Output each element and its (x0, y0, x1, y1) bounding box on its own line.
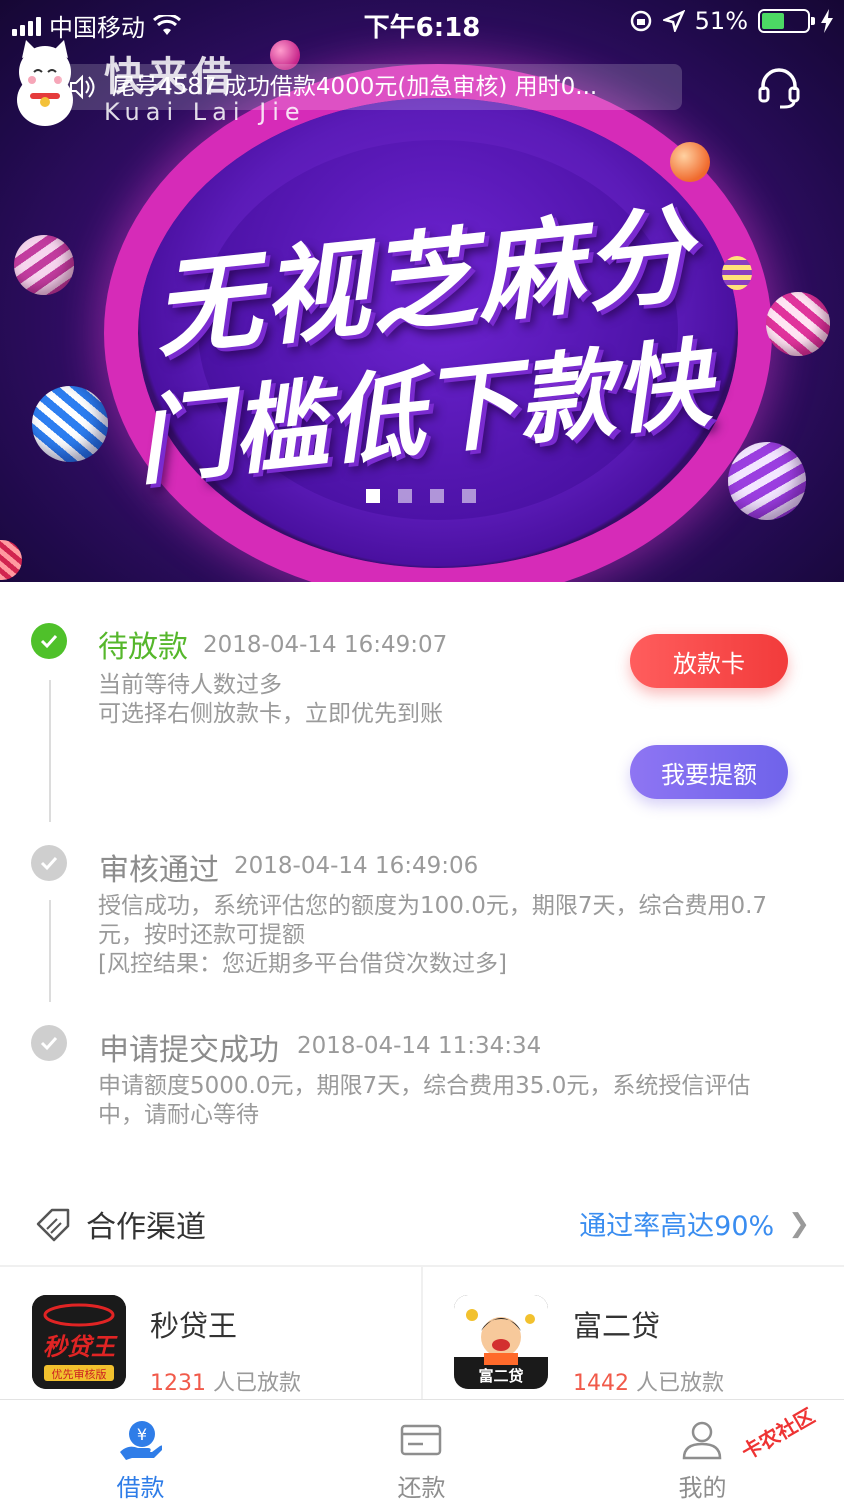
location-arrow-icon (662, 10, 685, 32)
user-profile-icon (682, 1421, 722, 1460)
svg-text:¥: ¥ (137, 1425, 147, 1444)
partner-card-fuerdai[interactable]: 富二贷 富二贷 1442 人已放款 (423, 1267, 844, 1399)
charging-bolt-icon (821, 9, 833, 33)
orientation-lock-icon (630, 10, 651, 32)
app-icon-miaodaiwang: 秒贷王 优先审核版 (32, 1295, 126, 1389)
app-icon-fuerdai: 富二贷 (454, 1295, 548, 1389)
battery-percent: 51% (694, 7, 748, 35)
banner-ball-decoration (728, 442, 806, 520)
loan-progress-timeline: 待放款 2018-04-14 16:49:07 当前等待人数过多 可选择右侧放款… (0, 582, 844, 1162)
step-description: 授信成功，系统评估您的额度为100.0元，期限7天，综合费用0.7 元，按时还款… (98, 893, 768, 977)
timeline-connector (49, 680, 51, 822)
partner-loan-count: 1442 人已放款 (573, 1371, 725, 1396)
tab-borrow[interactable]: ¥ 借款 (0, 1400, 281, 1500)
bottom-tab-bar: ¥ 借款 还款 我的 (0, 1399, 844, 1500)
partner-more-link[interactable]: 通过率高达90% ❯ (579, 1204, 810, 1243)
chevron-right-icon: ❯ (788, 1208, 810, 1239)
borrow-yuan-hand-icon: ¥ (120, 1421, 162, 1460)
status-bar: 中国移动 下午6:18 51% (0, 0, 844, 43)
partner-name: 富二贷 (573, 1309, 661, 1343)
step-time: 2018-04-14 16:49:07 (203, 632, 448, 658)
check-circle-icon (31, 623, 67, 659)
step-time: 2018-04-14 16:49:06 (234, 853, 479, 879)
pagination-dot[interactable] (398, 489, 412, 503)
partner-channels-header: 合作渠道 通过率高达90% ❯ (0, 1186, 844, 1264)
partner-card-miaodaiwang[interactable]: 秒贷王 优先审核版 秒贷王 1231 人已放款 (0, 1267, 421, 1399)
tab-repay[interactable]: 还款 (281, 1400, 562, 1500)
step-title: 审核通过 (99, 853, 219, 888)
step-time: 2018-04-14 11:34:34 (297, 1033, 542, 1059)
timeline-connector (49, 900, 51, 1002)
customer-service-headset-icon[interactable] (756, 64, 802, 110)
check-circle-icon (31, 1025, 67, 1061)
banner-ball-decoration (0, 540, 22, 580)
step-title: 待放款 (98, 630, 188, 665)
announcement-ticker[interactable]: 尾号4587 成功借款4000元(加急审核) 用时0... (60, 64, 682, 110)
partner-name: 秒贷王 (150, 1309, 238, 1343)
raise-limit-button[interactable]: 我要提额 (630, 745, 788, 799)
pagination-dot[interactable] (462, 489, 476, 503)
speaker-icon (68, 64, 96, 110)
check-circle-icon (31, 845, 67, 881)
pagination-dot[interactable] (430, 489, 444, 503)
step-description: 申请额度5000.0元，期限7天，综合费用35.0元，系统授信评估 中，请耐心等… (98, 1073, 751, 1128)
pagination-dot[interactable] (366, 489, 380, 503)
partner-loan-count: 1231 人已放款 (150, 1371, 302, 1396)
battery-icon (758, 9, 815, 33)
ticker-text: 尾号4587 成功借款4000元(加急审核) 用时0... (112, 74, 598, 100)
promo-banner[interactable]: 无视芝麻分 门槛低下款快 中国移动 下午6:18 51% 快来借 Kuai La… (0, 0, 844, 582)
card-icon (400, 1424, 442, 1456)
step-title: 申请提交成功 (99, 1033, 279, 1068)
tag-icon (36, 1208, 70, 1242)
partner-section-title: 合作渠道 (86, 1210, 206, 1245)
loan-card-button[interactable]: 放款卡 (630, 634, 788, 688)
banner-pagination (366, 489, 476, 503)
